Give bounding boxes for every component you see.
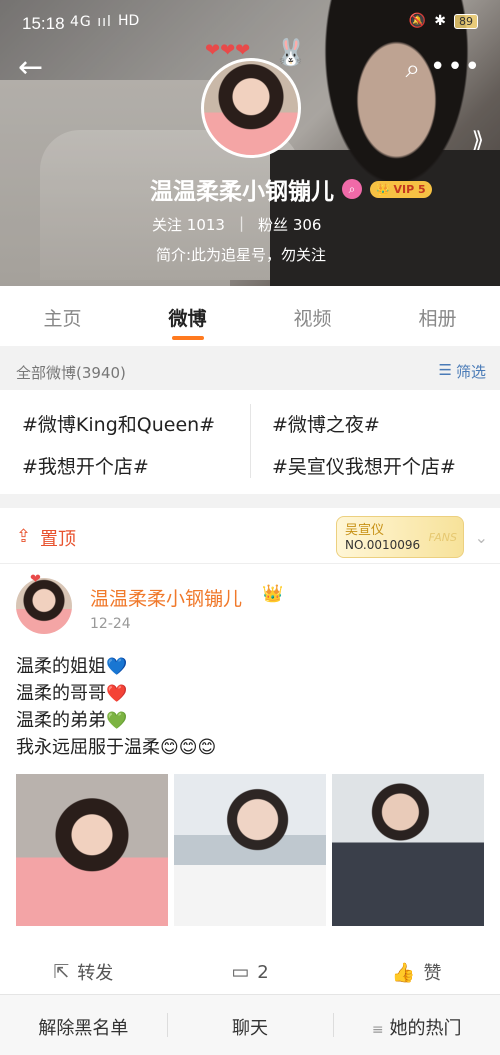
chat-button[interactable]: 聊天 (166, 995, 334, 1055)
status-time: 15:18 (22, 14, 65, 33)
tab-video[interactable]: 视频 (250, 286, 375, 346)
signal-icon: 4G ııl (70, 14, 112, 30)
post-line: 温柔的姐姐💙 (16, 656, 128, 677)
back-arrow-icon[interactable]: ← (18, 50, 43, 85)
topic-item[interactable]: #微博King和Queen# (22, 410, 215, 437)
filter-button[interactable]: ☰ 筛选 (439, 361, 486, 382)
chevron-down-icon[interactable]: ⌄ (475, 528, 488, 547)
post-avatar[interactable] (16, 578, 72, 634)
thumbs-up-icon: 👍 (391, 961, 416, 984)
post-line: 温柔的哥哥❤️ (16, 683, 128, 704)
post-line: 温柔的弟弟💚 (16, 710, 128, 731)
profile-bio: 简介:此为追星号，勿关注 (156, 246, 327, 264)
battery-icon: 89 (454, 13, 478, 29)
topic-grid: #微博King和Queen# #微博之夜# #我想开个店# #吴宣仪我想开个店# (0, 390, 500, 494)
topic-item[interactable]: #吴宣仪我想开个店# (272, 452, 456, 479)
search-icon[interactable]: ⌕ (405, 54, 420, 85)
switch-cover-icon[interactable]: ⟫ (472, 128, 484, 153)
bow-decoration-icon: ❤ (30, 572, 41, 587)
crown-icon: 👑 (262, 584, 284, 604)
green-heart-icon: 💚 (106, 711, 128, 731)
tab-album[interactable]: 相册 (375, 286, 500, 346)
fan-card-number: NO.0010096 (345, 538, 421, 552)
comment-button[interactable]: ▭ 2 (167, 950, 334, 994)
followers-count[interactable]: 粉丝 306 (258, 214, 321, 235)
pin-icon: ⇪ (16, 526, 32, 547)
menu-lines-icon: ≡ (371, 1022, 384, 1038)
blue-heart-icon: 💙 (106, 657, 128, 677)
profile-stats: 关注 1013 | 粉丝 306 (152, 214, 322, 235)
more-icon[interactable]: ••• (430, 52, 482, 82)
profile-name: 温温柔柔小钢镚儿 (150, 179, 334, 205)
topic-item[interactable]: #我想开个店# (22, 452, 149, 479)
comment-icon: ▭ (231, 961, 250, 983)
profile-avatar[interactable]: ❤❤❤ 🐰 (199, 38, 307, 158)
mute-icon: 🔕 (408, 13, 427, 29)
profile-name-row: 温温柔柔小钢镚儿 ⌕ 👑 VIP 5 (150, 172, 432, 206)
post-author[interactable]: 温温柔柔小钢镚儿 (90, 584, 242, 611)
post-image[interactable] (174, 774, 326, 926)
all-weibo-count: 全部微博(3940) (16, 364, 126, 382)
filter-icon: ☰ (438, 361, 452, 379)
smile-emoji-icon: 😊😊😊 (160, 737, 217, 758)
fan-card-fans: FANS (428, 531, 457, 544)
her-hot-button[interactable]: ≡ 她的热门 (333, 995, 500, 1055)
following-count[interactable]: 关注 1013 (152, 214, 225, 235)
post-image[interactable] (16, 774, 168, 926)
tab-weibo[interactable]: 微博 (125, 286, 250, 346)
bluetooth-icon: ✱ (434, 13, 446, 29)
vip-badge[interactable]: 👑 VIP 5 (370, 180, 432, 198)
filter-bar: 全部微博(3940) ☰ 筛选 (0, 352, 500, 390)
pinned-header: ⇪ 置顶 吴宣仪 NO.0010096 FANS ⌄ (0, 508, 500, 564)
tab-home[interactable]: 主页 (0, 286, 125, 346)
avatar-image[interactable] (201, 58, 301, 158)
bottom-action-bar: 解除黑名单 聊天 ≡ 她的热门 (0, 994, 500, 1055)
repost-button[interactable]: ⇱ 转发 (0, 950, 167, 994)
bunny-decoration-icon: 🐰 (274, 38, 307, 68)
fan-card[interactable]: 吴宣仪 NO.0010096 FANS (336, 516, 464, 558)
profile-tabs: 主页 微博 视频 相册 (0, 286, 500, 346)
red-heart-icon: ❤️ (106, 684, 128, 704)
pinned-label: 置顶 (40, 529, 76, 550)
post-date: 12-24 (90, 616, 131, 632)
weibo-post: ❤ 温温柔柔小钢镚儿 👑 12-24 温柔的姐姐💙 温柔的哥哥❤️ 温柔的弟弟💚… (0, 564, 500, 994)
topic-item[interactable]: #微博之夜# (272, 410, 380, 437)
verified-badge-icon[interactable]: ⌕ (342, 179, 362, 199)
post-image[interactable] (332, 774, 484, 926)
network-label: HD (118, 13, 140, 29)
share-icon: ⇱ (53, 961, 70, 983)
like-button[interactable]: 👍 赞 (333, 950, 500, 994)
fan-card-name: 吴宣仪 (345, 523, 385, 538)
post-line: 我永远屈服于温柔😊😊😊 (16, 737, 217, 758)
unblock-button[interactable]: 解除黑名单 (0, 995, 167, 1055)
post-actions: ⇱ 转发 ▭ 2 👍 赞 (0, 950, 500, 994)
